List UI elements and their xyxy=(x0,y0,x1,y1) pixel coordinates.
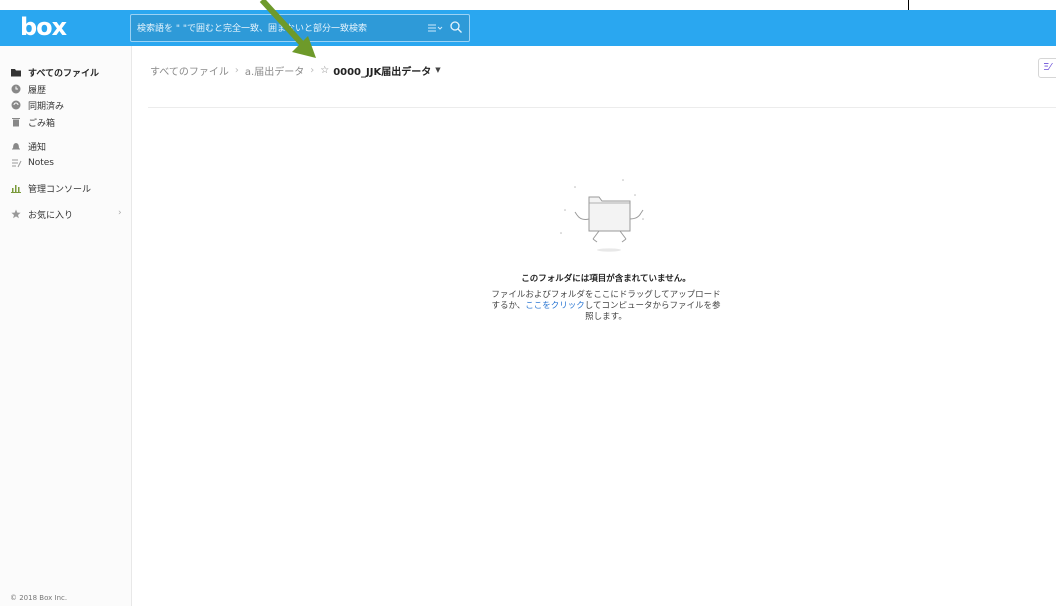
trash-icon xyxy=(12,118,20,127)
sync-icon xyxy=(11,100,21,110)
star-icon xyxy=(11,209,21,219)
notes-icon xyxy=(12,159,22,168)
filter-icon[interactable] xyxy=(427,22,443,34)
empty-state-text: してコンピュータからファイルを参 xyxy=(584,301,721,311)
sidebar-item-label: 通知 xyxy=(28,142,47,153)
breadcrumb-separator-icon: › xyxy=(234,64,239,76)
sidebar-item-history[interactable]: 履歴 xyxy=(10,81,46,97)
empty-state-text: するか、 xyxy=(491,301,526,311)
chart-icon xyxy=(11,185,21,193)
sidebar-item-favorites[interactable]: お気に入り xyxy=(10,206,73,222)
sidebar-item-label: Notes xyxy=(28,158,54,168)
sidebar-item-all-files[interactable]: すべてのファイル xyxy=(10,64,99,80)
upload-click-link[interactable]: ここをクリック xyxy=(525,301,585,311)
sidebar: すべてのファイル 履歴 同期済み ごみ箱 通知 Notes 管理コンソール お気… xyxy=(0,46,132,606)
breadcrumb-root[interactable]: すべてのファイル xyxy=(150,63,229,78)
empty-state-line: ファイルおよびフォルダをここにドラッグしてアップロード xyxy=(491,290,721,300)
annotation-arrow-icon xyxy=(259,0,316,58)
top-bar: box 検索語を " "で囲むと完全一致、囲まないと部分一致検索 xyxy=(0,10,1056,46)
chevron-right-icon[interactable]: › xyxy=(118,208,122,218)
sidebar-item-label: 管理コンソール xyxy=(28,184,92,195)
sidebar-item-label: ごみ箱 xyxy=(28,118,56,129)
breadcrumb-current-folder[interactable]: 0000_JJK届出データ xyxy=(333,63,431,78)
clock-icon xyxy=(11,84,21,94)
folder-icon xyxy=(11,69,21,77)
empty-folder-illustration xyxy=(560,179,644,252)
empty-state-description: ファイルおよびフォルダをここにドラッグしてアップロード するか、ここをクリックし… xyxy=(478,290,734,323)
search-icon[interactable] xyxy=(449,20,463,34)
empty-state-line: するか、ここをクリックしてコンピュータからファイルを参 xyxy=(478,301,734,312)
bell-icon xyxy=(12,143,20,150)
sidebar-item-synced[interactable]: 同期済み xyxy=(10,97,64,113)
copyright: © 2018 Box Inc. xyxy=(10,594,68,602)
sidebar-item-label: すべてのファイル xyxy=(28,68,100,79)
caret-down-icon[interactable]: ▼ xyxy=(435,66,440,74)
empty-state-title: このフォルダには項目が含まれていません。 xyxy=(521,274,691,284)
sidebar-item-label: お気に入り xyxy=(28,210,74,221)
sidebar-item-notes[interactable]: Notes xyxy=(10,155,54,171)
app-window: box 検索語を " "で囲むと完全一致、囲まないと部分一致検索 すべてのファイ… xyxy=(0,0,1056,606)
content-divider xyxy=(148,107,1056,108)
sidebar-item-notifications[interactable]: 通知 xyxy=(10,138,46,154)
view-mode-button[interactable]: Ξ⁄ xyxy=(1038,58,1056,78)
box-logo[interactable]: box xyxy=(20,13,67,41)
sidebar-item-label: 履歴 xyxy=(28,85,47,96)
empty-state-line: 照します。 xyxy=(585,312,627,322)
sidebar-item-label: 同期済み xyxy=(28,101,65,112)
sidebar-item-trash[interactable]: ごみ箱 xyxy=(10,114,55,130)
sidebar-item-admin-console[interactable]: 管理コンソール xyxy=(10,180,91,196)
